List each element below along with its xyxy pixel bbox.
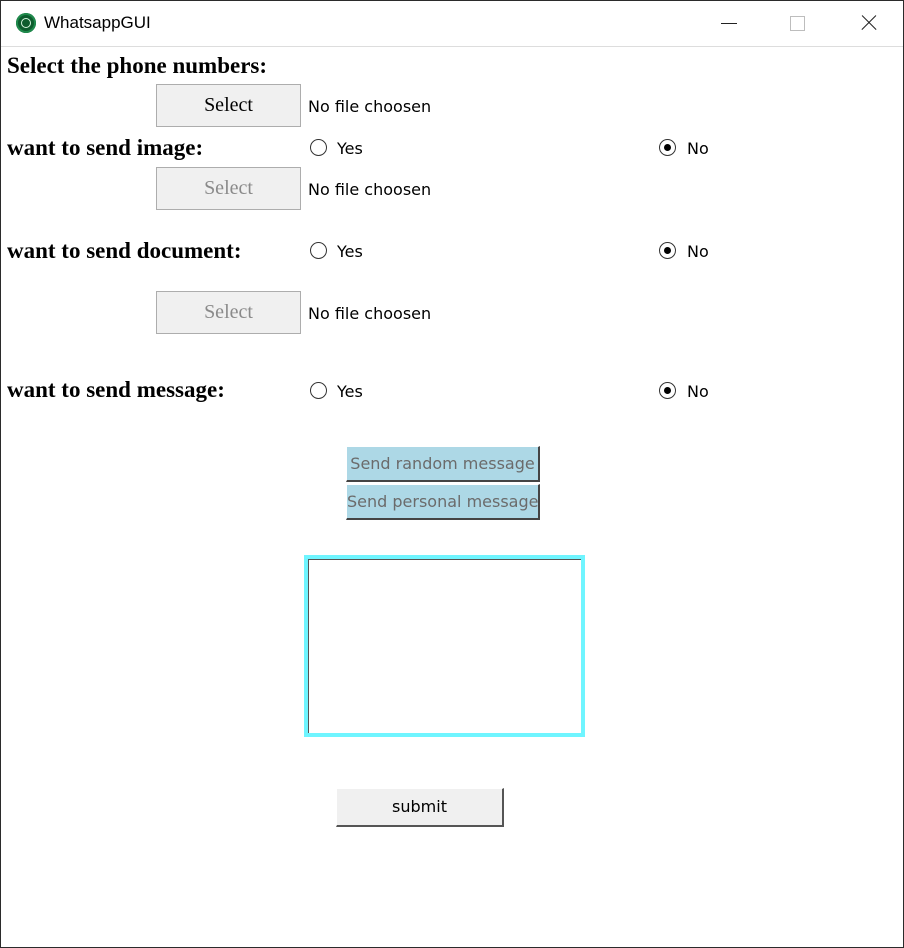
select-phone-file-button[interactable]: Select: [156, 84, 301, 127]
document-no-radio[interactable]: [659, 242, 676, 259]
document-yes-label[interactable]: Yes: [337, 242, 363, 261]
title-bar[interactable]: WhatsappGUI: [1, 1, 903, 47]
phone-numbers-label: Select the phone numbers:: [7, 53, 268, 78]
image-no-label[interactable]: No: [687, 139, 709, 158]
send-image-label: want to send image:: [7, 135, 204, 160]
send-message-label: want to send message:: [7, 377, 225, 402]
window-title: WhatsappGUI: [44, 13, 151, 32]
image-no-radio[interactable]: [659, 139, 676, 156]
send-random-message-button[interactable]: Send random message: [346, 446, 540, 482]
select-image-button[interactable]: Select: [156, 167, 301, 210]
image-file-status: No file choosen: [308, 180, 432, 199]
document-yes-radio[interactable]: [310, 242, 327, 259]
close-button[interactable]: [844, 1, 890, 46]
submit-button[interactable]: submit: [336, 788, 504, 827]
message-textbox[interactable]: [304, 555, 585, 737]
message-no-radio[interactable]: [659, 382, 676, 399]
message-no-label[interactable]: No: [687, 382, 709, 401]
select-document-button[interactable]: Select: [156, 291, 301, 334]
document-file-status: No file choosen: [308, 304, 432, 323]
minimize-button[interactable]: [705, 1, 751, 46]
whatsapp-logo-icon: [16, 13, 36, 33]
image-yes-label[interactable]: Yes: [337, 139, 363, 158]
app-window: WhatsappGUI Select the phone numbers: Se…: [0, 0, 904, 948]
message-yes-label[interactable]: Yes: [337, 382, 363, 401]
maximize-button[interactable]: [774, 1, 820, 46]
phone-file-status: No file choosen: [308, 97, 432, 116]
document-no-label[interactable]: No: [687, 242, 709, 261]
message-yes-radio[interactable]: [310, 382, 327, 399]
send-personal-message-button[interactable]: Send personal message: [346, 484, 540, 520]
image-yes-radio[interactable]: [310, 139, 327, 156]
send-document-label: want to send document:: [7, 238, 242, 263]
